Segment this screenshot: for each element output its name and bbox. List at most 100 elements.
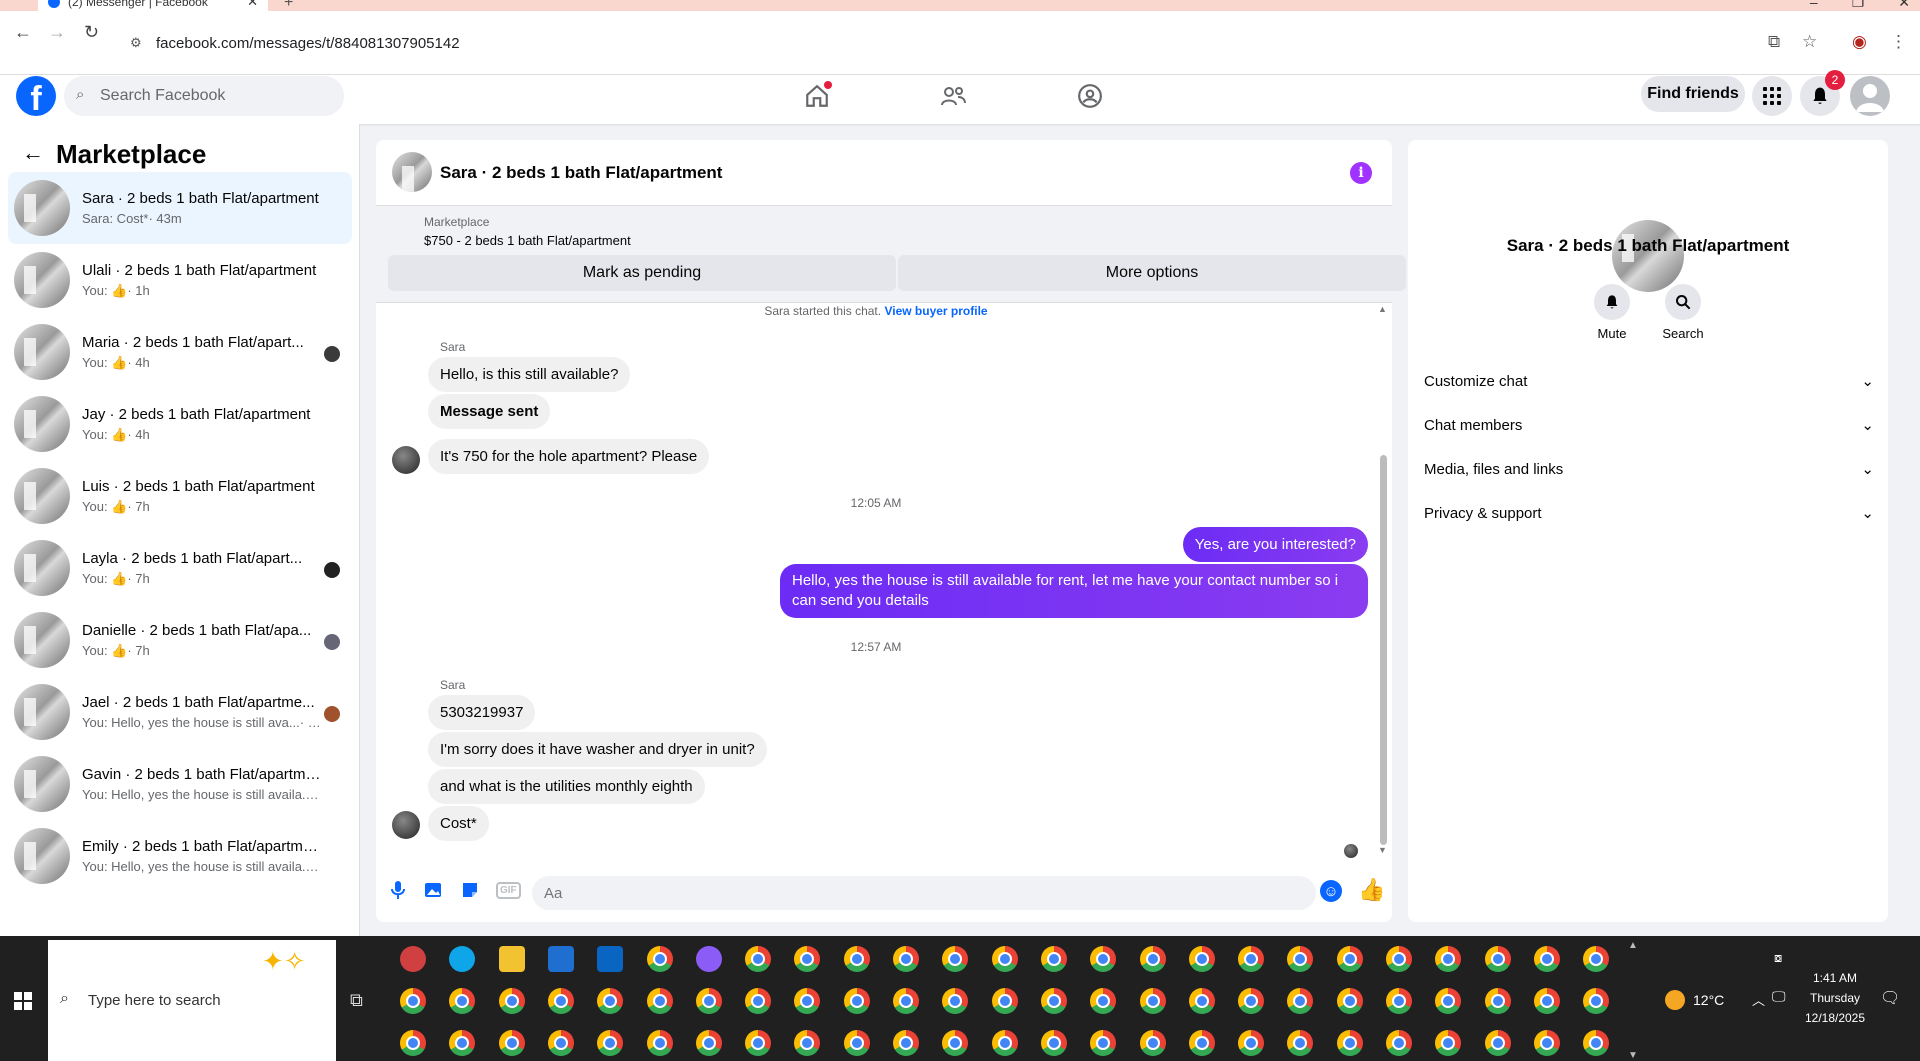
sender-avatar[interactable] (392, 811, 420, 839)
chrome-profile-app-icon[interactable] (548, 1030, 574, 1056)
back-arrow-icon[interactable]: ← (22, 140, 44, 166)
chrome-profile-app-icon[interactable] (844, 1030, 870, 1056)
chrome-profile-app-icon[interactable] (1485, 988, 1511, 1014)
chrome-profile-app-icon[interactable] (1287, 988, 1313, 1014)
chrome-profile-app-icon[interactable] (1386, 946, 1412, 972)
chrome-profile-app-icon[interactable] (1189, 946, 1215, 972)
chat-listing-avatar[interactable] (392, 152, 432, 192)
chrome-profile-app-icon[interactable] (449, 988, 475, 1014)
chrome-profile-app-icon[interactable] (1435, 1030, 1461, 1056)
message-bubble[interactable]: Hello, is this still available? (428, 357, 631, 392)
chrome-profile-app-icon[interactable] (992, 1030, 1018, 1056)
my-message-bubble[interactable]: Yes, are you interested? (1182, 527, 1368, 562)
view-buyer-profile-link[interactable]: View buyer profile (884, 304, 987, 318)
chrome-profile-app-icon[interactable] (696, 1030, 722, 1056)
edge-app-icon[interactable] (449, 946, 475, 972)
explorer-app-icon[interactable] (499, 946, 525, 972)
listing-title[interactable]: $750 - 2 beds 1 bath Flat/apartment (424, 233, 631, 248)
profile-icon[interactable]: ◉ (1852, 32, 1867, 52)
conversation-item[interactable]: Layla · 2 beds 1 bath Flat/apart... You: … (8, 532, 352, 604)
chrome-profile-app-icon[interactable] (1534, 946, 1560, 972)
message-input[interactable] (532, 876, 1316, 910)
chrome-profile-app-icon[interactable] (1041, 1030, 1067, 1056)
chrome-profile-app-icon[interactable] (893, 1030, 919, 1056)
tray-app-icon[interactable]: ⧇ (1774, 950, 1782, 966)
url-bar[interactable]: facebook.com/messages/t/884081307905142 (120, 27, 1760, 59)
search-in-chat-button[interactable]: Search (1653, 284, 1713, 341)
chrome-profile-app-icon[interactable] (449, 1030, 475, 1056)
chrome-profile-app-icon[interactable] (992, 988, 1018, 1014)
browser-menu-icon[interactable]: ⋮ (1890, 32, 1907, 52)
chrome-profile-app-icon[interactable] (1583, 988, 1609, 1014)
chat-info-section[interactable]: Media, files and links ⌄ (1424, 449, 1874, 489)
mute-button[interactable]: Mute (1582, 284, 1642, 341)
chrome-profile-app-icon[interactable] (745, 1030, 771, 1056)
paint-app-icon[interactable] (400, 946, 426, 972)
chrome-profile-app-icon[interactable] (1435, 988, 1461, 1014)
chrome-profile-app-icon[interactable] (794, 1030, 820, 1056)
chrome-profile-app-icon[interactable] (1140, 988, 1166, 1014)
chrome-profile-app-icon[interactable] (1140, 946, 1166, 972)
chrome-profile-app-icon[interactable] (1435, 946, 1461, 972)
chrome-profile-app-icon[interactable] (647, 946, 673, 972)
chrome-profile-app-icon[interactable] (1583, 1030, 1609, 1056)
conversation-item[interactable]: Gavin · 2 beds 1 bath Flat/apartment You:… (8, 748, 352, 820)
message-bubble[interactable]: 5303219937 (428, 695, 536, 730)
mark-as-pending-button[interactable]: Mark as pending (388, 255, 896, 291)
conversation-item[interactable]: Luis · 2 beds 1 bath Flat/apartment You: … (8, 460, 352, 532)
tray-chevron-icon[interactable]: ︿ (1752, 990, 1765, 1009)
chrome-profile-app-icon[interactable] (745, 946, 771, 972)
message-bubble[interactable]: It's 750 for the hole apartment? Please (428, 439, 710, 474)
conversation-item[interactable]: Danielle · 2 beds 1 bath Flat/apa... You:… (8, 604, 352, 676)
chrome-profile-app-icon[interactable] (942, 988, 968, 1014)
network-icon[interactable]: 🖵 (1772, 988, 1786, 1005)
chrome-profile-app-icon[interactable] (1238, 988, 1264, 1014)
minimize-icon[interactable]: – (1810, 0, 1818, 11)
chat-scroll-thumb[interactable] (1380, 455, 1387, 845)
forward-icon[interactable]: → (48, 22, 66, 43)
chrome-profile-app-icon[interactable] (893, 988, 919, 1014)
chrome-profile-app-icon[interactable] (1583, 946, 1609, 972)
notification-center-icon[interactable]: 🗨 (1880, 988, 1900, 1008)
chrome-profile-app-icon[interactable] (1189, 988, 1215, 1014)
chrome-profile-app-icon[interactable] (992, 946, 1018, 972)
sender-avatar[interactable] (392, 446, 420, 474)
emoji-icon[interactable]: ☺ (1320, 880, 1342, 902)
chrome-profile-app-icon[interactable] (400, 1030, 426, 1056)
chrome-profile-app-icon[interactable] (1140, 1030, 1166, 1056)
chrome-profile-app-icon[interactable] (499, 988, 525, 1014)
conversation-item[interactable]: Sara · 2 beds 1 bath Flat/apartment Sara:… (8, 172, 352, 244)
chrome-profile-app-icon[interactable] (1090, 946, 1116, 972)
chrome-profile-app-icon[interactable] (1534, 1030, 1560, 1056)
chrome-profile-app-icon[interactable] (1090, 1030, 1116, 1056)
chrome-profile-app-icon[interactable] (745, 988, 771, 1014)
conversation-item[interactable]: Jael · 2 beds 1 bath Flat/apartme... You:… (8, 676, 352, 748)
chrome-profile-app-icon[interactable] (942, 1030, 968, 1056)
chrome-profile-app-icon[interactable] (597, 988, 623, 1014)
scroll-up-icon[interactable]: ▲ (1378, 304, 1387, 314)
outlook-app-icon[interactable] (597, 946, 623, 972)
chrome-profile-app-icon[interactable] (1337, 946, 1363, 972)
chrome-profile-app-icon[interactable] (1041, 946, 1067, 972)
find-friends-button[interactable]: Find friends (1641, 76, 1745, 112)
chrome-profile-app-icon[interactable] (1287, 1030, 1313, 1056)
facebook-search-input[interactable]: Search Facebook (64, 76, 344, 116)
chrome-profile-app-icon[interactable] (794, 988, 820, 1014)
chrome-profile-app-icon[interactable] (1238, 946, 1264, 972)
maximize-icon[interactable]: ❐ (1852, 0, 1865, 11)
system-clock[interactable]: 1:41 AM Thursday 12/18/2025 (1790, 968, 1880, 1028)
sticker-icon[interactable] (460, 880, 480, 905)
info-icon[interactable]: i (1350, 162, 1372, 184)
conversation-item[interactable]: Emily · 2 beds 1 bath Flat/apartment You:… (8, 820, 352, 892)
conversation-item[interactable]: Jay · 2 beds 1 bath Flat/apartment You: 👍… (8, 388, 352, 460)
message-bubble[interactable]: Cost* (428, 806, 489, 841)
message-bubble[interactable]: I'm sorry does it have washer and dryer … (428, 732, 767, 767)
chrome-profile-app-icon[interactable] (647, 1030, 673, 1056)
site-info-icon[interactable]: ⚙ (130, 35, 142, 51)
taskbar-scroll-up-icon[interactable]: ▲ (1628, 940, 1638, 951)
message-bubble[interactable]: and what is the utilities monthly eighth (428, 769, 705, 804)
chrome-profile-app-icon[interactable] (794, 946, 820, 972)
chrome-profile-app-icon[interactable] (499, 1030, 525, 1056)
chrome-profile-app-icon[interactable] (1189, 1030, 1215, 1056)
chrome-profile-app-icon[interactable] (1485, 946, 1511, 972)
